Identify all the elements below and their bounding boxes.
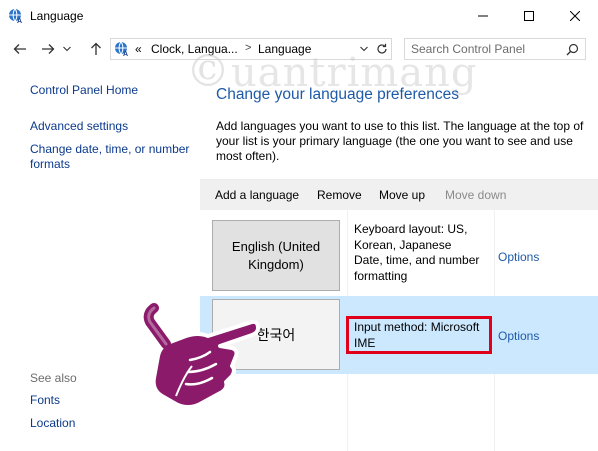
minimize-button[interactable] (460, 0, 506, 32)
see-also-label: See also (30, 371, 77, 385)
advanced-settings-link[interactable]: Advanced settings (30, 119, 128, 134)
location-link[interactable]: Location (30, 416, 75, 431)
search-input[interactable] (411, 41, 561, 57)
language-icon: A (9, 8, 22, 24)
arrow-left-icon (13, 44, 26, 54)
maximize-icon (524, 11, 534, 21)
address-history-button[interactable] (356, 38, 372, 60)
language-name: 한국어 (256, 326, 296, 343)
page-title: Change your language preferences (216, 86, 460, 103)
minimize-icon (478, 15, 488, 17)
control-panel-icon: A (115, 41, 128, 57)
language-toolbar: Add a language Remove Move up Move down (200, 179, 598, 210)
language-name: English (United Kingdom) (231, 238, 321, 272)
options-link-english[interactable]: Options (498, 250, 539, 264)
search-icon[interactable] (566, 43, 579, 56)
arrow-right-icon (42, 44, 55, 54)
page-description: Add languages you want to use to this li… (216, 119, 584, 163)
add-language-button[interactable]: Add a language (215, 188, 299, 202)
title-bar: A Language (0, 0, 598, 32)
language-info: Keyboard layout: US, Korean, Japanese Da… (354, 222, 480, 283)
breadcrumb-language[interactable]: Language (258, 42, 311, 56)
up-button[interactable] (86, 40, 106, 58)
options-link-korean[interactable]: Options (498, 329, 539, 343)
back-button[interactable] (10, 40, 30, 58)
recent-pages-button[interactable] (60, 40, 74, 58)
search-box[interactable] (404, 38, 586, 60)
pointing-hand-icon (143, 303, 260, 409)
refresh-button[interactable] (372, 38, 392, 60)
refresh-icon (376, 43, 387, 54)
move-down-button[interactable]: Move down (445, 188, 506, 202)
svg-text:A: A (17, 18, 22, 24)
language-info-highlighted: Input method: Microsoft IME (346, 316, 492, 354)
chevron-down-icon (63, 46, 71, 52)
address-bar[interactable]: A « Clock, Langua... > Language (110, 38, 392, 60)
fonts-link[interactable]: Fonts (30, 393, 60, 408)
close-button[interactable] (552, 0, 598, 32)
maximize-button[interactable] (506, 0, 552, 32)
control-panel-home-link[interactable]: Control Panel Home (30, 83, 138, 98)
breadcrumb-separator[interactable]: > (245, 42, 251, 54)
move-up-button[interactable]: Move up (379, 188, 425, 202)
change-date-time-link[interactable]: Change date, time, or number formats (30, 142, 200, 172)
breadcrumb-clock-language[interactable]: Clock, Langua... (151, 42, 238, 56)
chevron-down-icon (360, 46, 368, 52)
window-title: Language (30, 9, 84, 23)
forward-button[interactable] (38, 40, 58, 58)
svg-text:A: A (123, 51, 128, 57)
close-icon (570, 11, 580, 21)
language-row-english[interactable]: English (United Kingdom) Keyboard layout… (200, 217, 598, 295)
arrow-up-icon (91, 42, 101, 55)
breadcrumb-overflow[interactable]: « (135, 42, 142, 56)
remove-button[interactable]: Remove (317, 188, 362, 202)
language-tile-english[interactable]: English (United Kingdom) (212, 220, 340, 291)
